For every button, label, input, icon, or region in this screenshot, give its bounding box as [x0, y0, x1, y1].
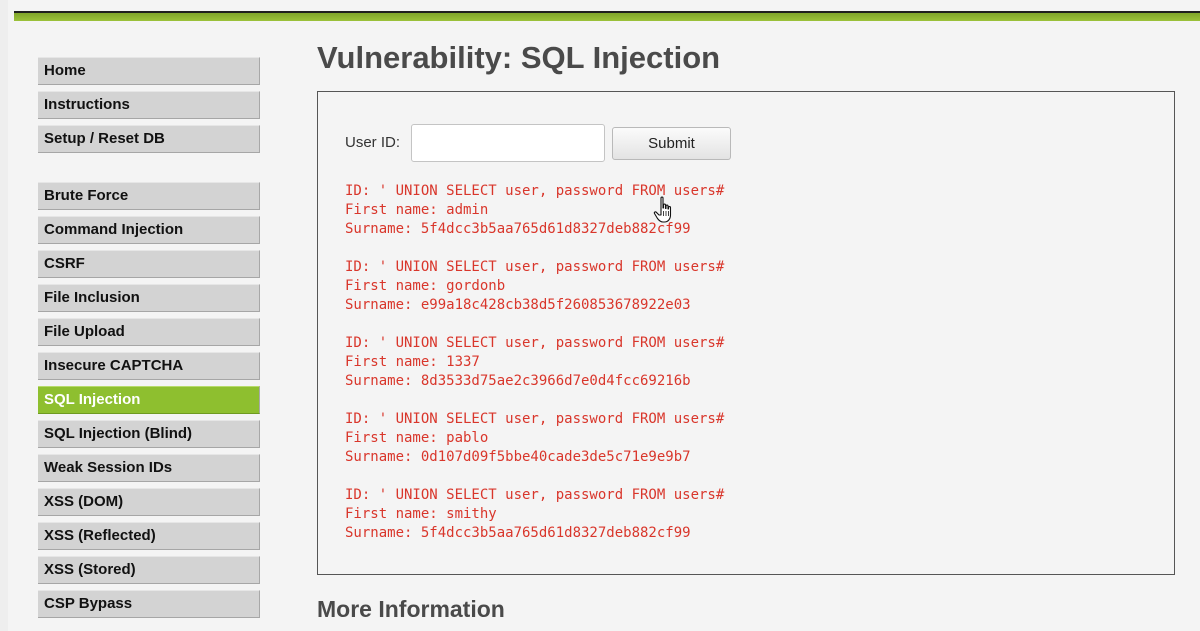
result-item: ID: ' UNION SELECT user, password FROM u…	[345, 486, 724, 543]
hand-pointer-icon	[653, 196, 672, 223]
header-bar	[14, 11, 1200, 21]
result-surname-line: Surname: 5f4dcc3b5aa765d61d8327deb882cf9…	[345, 525, 691, 541]
dvwa-window: Home Instructions Setup / Reset DB Brute Fo…	[0, 0, 1200, 631]
sidebar-item-csrf[interactable]: CSRF	[38, 250, 260, 278]
result-id-line: ID: ' UNION SELECT user, password FROM u…	[345, 335, 725, 351]
sidebar-item-weak-session-ids[interactable]: Weak Session IDs	[38, 454, 260, 482]
sidebar-item-sql-injection-blind[interactable]: SQL Injection (Blind)	[38, 420, 260, 448]
more-information-heading: More Information	[317, 596, 505, 622]
user-id-input[interactable]	[411, 124, 605, 162]
result-item: ID: ' UNION SELECT user, password FROM u…	[345, 410, 724, 467]
result-id-line: ID: ' UNION SELECT user, password FROM u…	[345, 487, 725, 503]
sidebar-item-xss-dom[interactable]: XSS (DOM)	[38, 488, 260, 516]
sidebar-item-brute-force[interactable]: Brute Force	[38, 182, 260, 210]
page-title: Vulnerability: SQL Injection	[317, 40, 721, 75]
window-edge	[0, 0, 8, 631]
sidebar-item-xss-reflected[interactable]: XSS (Reflected)	[38, 522, 260, 550]
result-first-name-line: First name: gordonb	[345, 278, 506, 294]
sidebar-item-instructions[interactable]: Instructions	[38, 91, 260, 119]
result-surname-line: Surname: 0d107d09f5bbe40cade3de5c71e9e9b…	[345, 449, 691, 465]
sidebar-item-setup-reset-db[interactable]: Setup / Reset DB	[38, 125, 260, 153]
result-first-name-line: First name: smithy	[345, 506, 497, 522]
result-id-line: ID: ' UNION SELECT user, password FROM u…	[345, 259, 725, 275]
result-surname-line: Surname: e99a18c428cb38d5f260853678922e0…	[345, 297, 691, 313]
user-id-label: User ID:	[345, 134, 401, 151]
sidebar-item-file-inclusion[interactable]: File Inclusion	[38, 284, 260, 312]
sidebar-item-xss-stored[interactable]: XSS (Stored)	[38, 556, 260, 584]
vulnerability-box: User ID: Submit ID: ' UNION SELECT user,…	[317, 91, 1175, 575]
result-surname-line: Surname: 8d3533d75ae2c3966d7e0d4fcc69216…	[345, 373, 691, 389]
sidebar-item-insecure-captcha[interactable]: Insecure CAPTCHA	[38, 352, 260, 380]
result-first-name-line: First name: 1337	[345, 354, 480, 370]
sidebar-item-home[interactable]: Home	[38, 57, 260, 85]
sidebar-item-csp-bypass[interactable]: CSP Bypass	[38, 590, 260, 618]
result-first-name-line: First name: pablo	[345, 430, 489, 446]
submit-button[interactable]: Submit	[612, 127, 731, 160]
sidebar-item-sql-injection[interactable]: SQL Injection	[38, 386, 260, 414]
sidebar-item-command-injection[interactable]: Command Injection	[38, 216, 260, 244]
result-item: ID: ' UNION SELECT user, password FROM u…	[345, 334, 724, 391]
result-id-line: ID: ' UNION SELECT user, password FROM u…	[345, 411, 725, 427]
sidebar-item-file-upload[interactable]: File Upload	[38, 318, 260, 346]
result-item: ID: ' UNION SELECT user, password FROM u…	[345, 258, 724, 315]
